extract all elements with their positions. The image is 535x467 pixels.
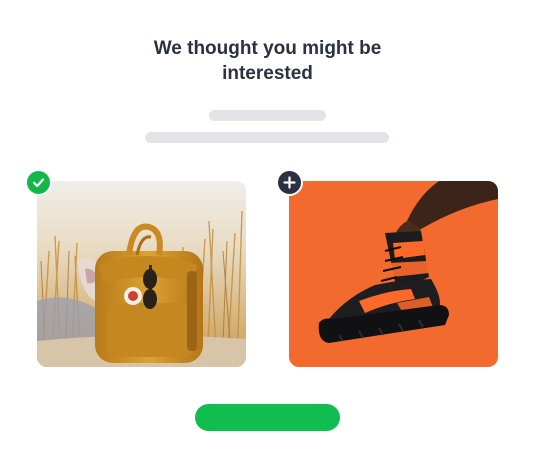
title-line-2: interested: [222, 63, 313, 84]
check-icon: [32, 178, 45, 188]
selected-check-badge[interactable]: [25, 169, 52, 196]
product-card-backpack[interactable]: [37, 181, 246, 367]
sneaker-image: [289, 181, 498, 367]
title-line-1: We thought you might be: [153, 38, 382, 59]
plus-icon: [283, 176, 296, 189]
page-title: We thought you might be interested: [0, 36, 535, 86]
subtitle-placeholder-long: [145, 132, 389, 143]
add-item-badge[interactable]: [276, 169, 303, 196]
product-card-sneaker[interactable]: [289, 181, 498, 367]
continue-button[interactable]: [195, 404, 340, 431]
backpack-image: [37, 181, 246, 367]
subtitle-placeholder-short: [209, 110, 326, 121]
